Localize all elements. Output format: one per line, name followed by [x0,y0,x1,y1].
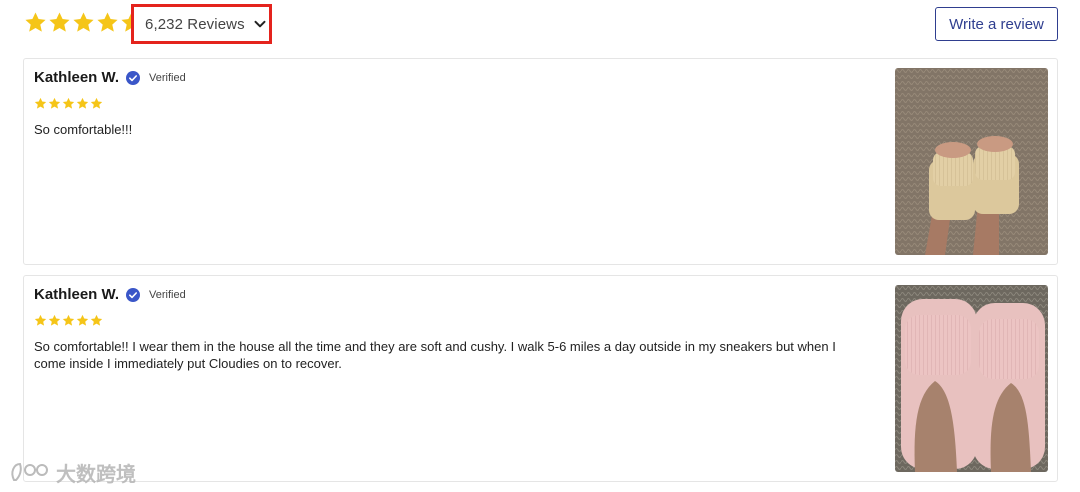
watermark-text: 大数跨境 [56,464,136,486]
reviews-count-label: 6,232 Reviews [145,15,245,33]
reviewer-name: Kathleen W. [34,69,120,86]
review-card: Kathleen W. Verified So comfortable!! I … [23,275,1058,482]
star-icon [25,12,46,32]
verified-check-icon [126,287,141,302]
chevron-down-icon [254,20,266,28]
star-icon [62,97,75,109]
reviews-header: 6,232 Reviews Write a review [0,0,1080,52]
verified-label: Verified [149,71,186,84]
watermark: 大数跨境 [8,458,136,487]
pink-slippers-photo [895,285,1048,472]
review-body: So comfortable!! I wear them in the hous… [34,339,836,371]
review-card: Kathleen W. Verified So comfortable!!! [23,58,1058,265]
beige-slippers-photo [895,68,1048,255]
verified-check-icon [126,70,141,85]
review-rating-stars [34,314,103,327]
star-icon [48,97,61,109]
star-icon [90,314,103,326]
review-rating-stars [34,97,103,110]
reviewer-info: Kathleen W. Verified [34,69,186,86]
star-icon [76,97,89,109]
star-icon [62,314,75,326]
review-body: So comfortable!!! [34,122,133,137]
write-review-button[interactable]: Write a review [935,7,1058,41]
star-icon [34,314,47,326]
reviewer-info: Kathleen W. Verified [34,286,186,303]
star-icon [34,97,47,109]
watermark-logo-icon [11,462,48,481]
star-icon [76,314,89,326]
star-icon [49,12,70,32]
star-icon [90,97,103,109]
overall-rating-stars [24,11,143,34]
review-photo[interactable] [895,285,1048,472]
review-photo[interactable] [895,68,1048,255]
star-icon [97,12,118,32]
star-icon [48,314,61,326]
star-icon [73,12,94,32]
reviewer-name: Kathleen W. [34,286,120,303]
reviews-count-dropdown[interactable]: 6,232 Reviews [131,4,272,44]
verified-label: Verified [149,288,186,301]
